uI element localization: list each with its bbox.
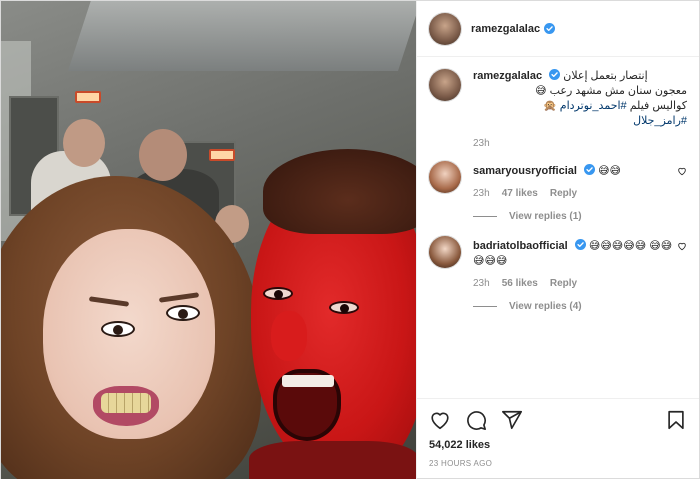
exit-sign xyxy=(75,91,101,103)
commenter-username[interactable]: badriatolbaofficial xyxy=(473,240,568,252)
replies-divider xyxy=(473,306,497,307)
comment-time[interactable]: 23h xyxy=(473,276,490,291)
caption-line: معجون سنان مش مشهد رعب 😅 xyxy=(535,85,687,97)
comment-body: samaryousryofficial 😅😅 23h 47 likes Repl… xyxy=(473,161,677,201)
background-person-head xyxy=(63,119,105,167)
comment-item: badriatolbaofficial 😅😅😅😅😅 😅😅😅😅😅 23h 56 l… xyxy=(429,236,687,291)
comment-meta: 23h 56 likes Reply xyxy=(473,276,677,291)
hashtag-link[interactable]: #احمد_نوتردام xyxy=(560,100,627,112)
eye xyxy=(166,305,200,321)
author-username[interactable]: ramezgalalac xyxy=(471,23,540,35)
comments-section: ramezgalalac إنتصار بتعمل إعلان معجون سن… xyxy=(417,57,699,398)
caption-body: ramezgalalac إنتصار بتعمل إعلان معجون سن… xyxy=(473,69,687,151)
caption-username[interactable]: ramezgalalac xyxy=(473,70,542,82)
eye xyxy=(101,321,135,337)
view-replies-button[interactable]: View replies (1) xyxy=(473,211,687,222)
comment-time[interactable]: 23h xyxy=(473,186,490,201)
post-photo[interactable] xyxy=(1,1,416,479)
verified-icon xyxy=(549,69,561,80)
post-header: ramezgalalac xyxy=(417,1,699,57)
eye xyxy=(329,301,359,314)
man-teeth xyxy=(282,375,334,387)
instagram-post: ramezgalalac ramezgalalac إنتصار بتعمل إ… xyxy=(0,0,700,479)
caption-line: #رامز_جلال xyxy=(473,114,687,129)
post-actions: 54,022 likes 23 HOURS AGO xyxy=(417,398,699,479)
comment-icon[interactable] xyxy=(465,409,487,431)
action-icons xyxy=(429,407,687,433)
comment-meta: 23h 47 likes Reply xyxy=(473,186,677,201)
background-person-head xyxy=(139,129,187,181)
verified-icon xyxy=(544,23,556,34)
heart-icon[interactable] xyxy=(429,409,451,431)
share-icon[interactable] xyxy=(501,409,523,431)
caption-time[interactable]: 23h xyxy=(473,136,490,151)
author-avatar[interactable] xyxy=(429,69,461,101)
view-replies-label: View replies (4) xyxy=(509,301,582,312)
author-avatar[interactable] xyxy=(429,12,461,45)
hashtag-link[interactable]: #رامز_جلال xyxy=(633,115,687,127)
reply-button[interactable]: Reply xyxy=(550,186,577,201)
post-timestamp[interactable]: 23 HOURS AGO xyxy=(429,459,687,468)
comment-text: 😅😅 xyxy=(598,165,621,177)
caption-line: إنتصار بتعمل إعلان xyxy=(563,70,648,82)
comment-likes[interactable]: 47 likes xyxy=(502,186,538,201)
save-icon[interactable] xyxy=(665,409,687,431)
verified-icon xyxy=(584,164,595,175)
caption-line-text: كواليس فيلم xyxy=(626,100,687,112)
post-side-panel: ramezgalalac ramezgalalac إنتصار بتعمل إ… xyxy=(416,1,699,479)
caption-emoji: 🙊 xyxy=(543,100,560,112)
caption-line: كواليس فيلم #احمد_نوتردام 🙊 xyxy=(473,99,687,114)
man-shirt xyxy=(249,441,416,479)
reply-button[interactable]: Reply xyxy=(550,276,577,291)
likes-count[interactable]: 54,022 likes xyxy=(429,439,687,451)
commenter-avatar[interactable] xyxy=(429,161,461,193)
heart-icon[interactable] xyxy=(677,166,687,176)
eye xyxy=(263,287,293,300)
view-replies-label: View replies (1) xyxy=(509,211,582,222)
comment-item: samaryousryofficial 😅😅 23h 47 likes Repl… xyxy=(429,161,687,201)
exit-sign xyxy=(209,149,235,161)
comment-body: badriatolbaofficial 😅😅😅😅😅 😅😅😅😅😅 23h 56 l… xyxy=(473,236,677,291)
man-hair xyxy=(263,149,416,234)
view-replies-button[interactable]: View replies (4) xyxy=(473,301,687,312)
replies-divider xyxy=(473,216,497,217)
comment-likes[interactable]: 56 likes xyxy=(502,276,538,291)
commenter-avatar[interactable] xyxy=(429,236,461,268)
verified-icon xyxy=(574,239,586,250)
caption-meta: 23h xyxy=(473,136,687,151)
heart-icon[interactable] xyxy=(677,241,687,251)
ceiling-light xyxy=(68,1,416,71)
woman-teeth xyxy=(101,393,151,413)
caption: ramezgalalac إنتصار بتعمل إعلان معجون سن… xyxy=(429,69,687,151)
man-nose xyxy=(271,311,307,361)
commenter-username[interactable]: samaryousryofficial xyxy=(473,165,577,177)
